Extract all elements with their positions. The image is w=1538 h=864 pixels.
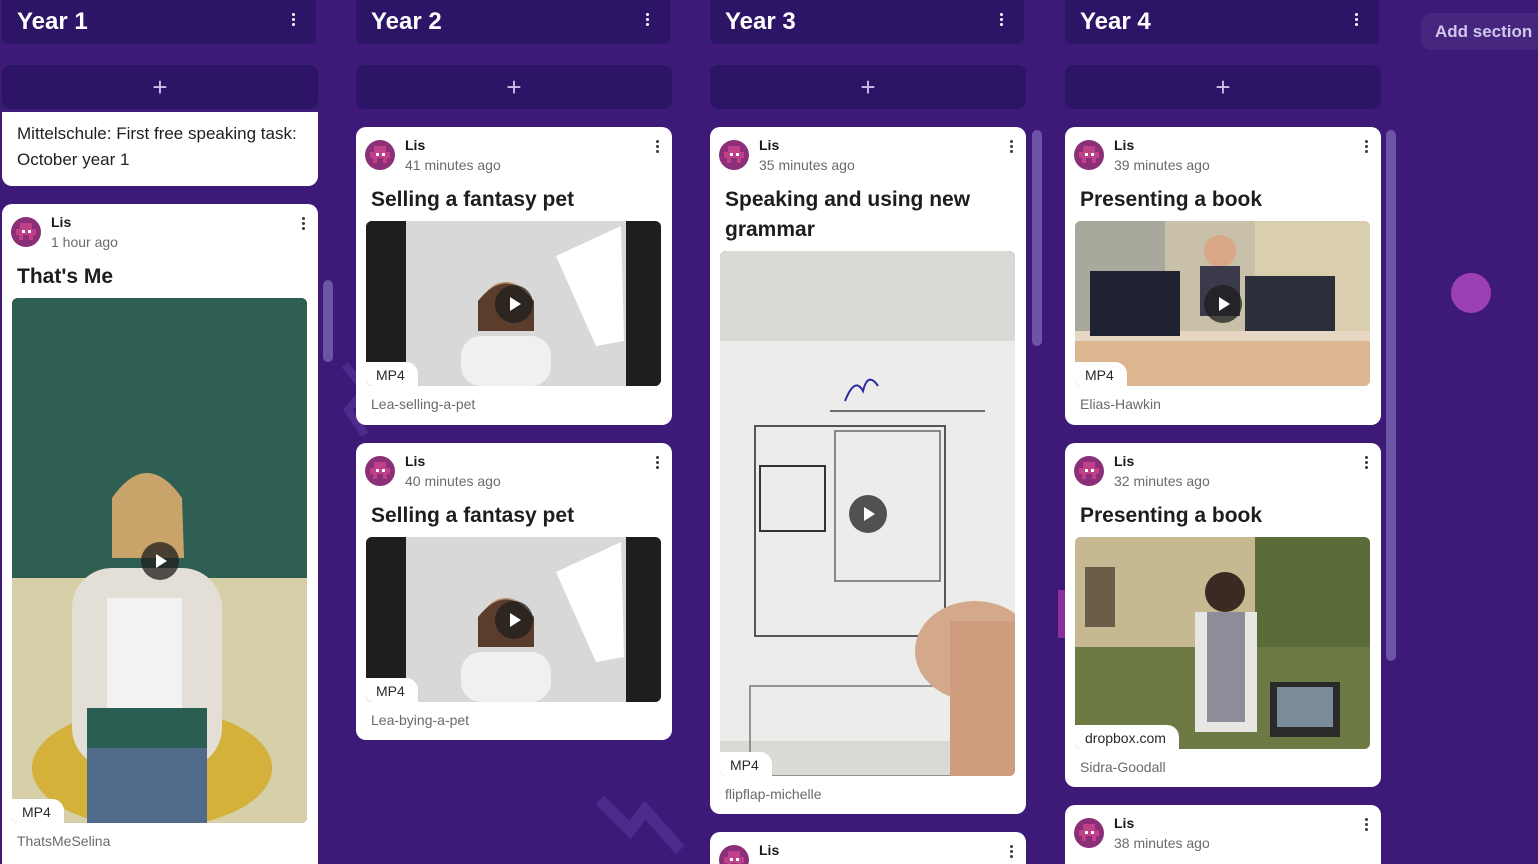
- avatar: [719, 140, 749, 170]
- section-header: Year 4: [1065, 0, 1379, 44]
- post-title: That's Me: [17, 265, 114, 288]
- section-menu-icon[interactable]: [642, 10, 652, 28]
- post-card[interactable]: Mittelschule: First free speaking task: …: [2, 112, 318, 186]
- avatar: [719, 845, 749, 864]
- section-header: Year 1: [2, 0, 316, 44]
- media-type-badge: MP4: [12, 799, 64, 823]
- play-icon[interactable]: [494, 600, 533, 639]
- section-year-3: Year 3 + Lis 35 minutes ago Speaking and…: [710, 0, 1026, 864]
- video-attachment[interactable]: MP4: [366, 537, 661, 702]
- play-icon[interactable]: [140, 541, 179, 580]
- post-title: Speaking and using new grammar: [725, 188, 971, 241]
- post-author: Lis: [1114, 137, 1135, 153]
- media-type-badge: MP4: [366, 678, 418, 702]
- play-icon[interactable]: [1203, 284, 1242, 323]
- post-time: 39 minutes ago: [1114, 157, 1210, 173]
- post-title: Selling a fantasy pet: [371, 188, 575, 211]
- add-post-button[interactable]: +: [710, 65, 1026, 109]
- post-author: Lis: [1114, 815, 1135, 831]
- plus-icon: +: [1215, 71, 1231, 102]
- attachment-caption[interactable]: Elias-Hawkin: [1080, 396, 1161, 412]
- plus-icon: +: [152, 71, 168, 102]
- video-attachment[interactable]: MP4: [1075, 221, 1370, 386]
- post-card[interactable]: Lis 32 minutes ago Presenting a book dro…: [1065, 443, 1381, 787]
- media-type-badge: MP4: [720, 752, 772, 776]
- media-type-badge: MP4: [366, 362, 418, 386]
- section-year-2: Year 2 + Lis 41 minutes ago Selling a fa…: [356, 0, 672, 864]
- post-author: Lis: [1114, 453, 1135, 469]
- post-card[interactable]: Lis 38 minutes ago: [1065, 805, 1381, 864]
- section-title[interactable]: Year 2: [371, 8, 442, 36]
- post-menu-icon[interactable]: [1006, 137, 1016, 155]
- post-time: 40 minutes ago: [405, 473, 501, 489]
- post-menu-icon[interactable]: [1361, 453, 1371, 471]
- post-title: Presenting a book: [1080, 504, 1263, 527]
- decorative-dot: [1451, 273, 1491, 313]
- section-menu-icon[interactable]: [288, 10, 298, 28]
- section-title[interactable]: Year 4: [1080, 8, 1151, 36]
- post-title: Selling a fantasy pet: [371, 504, 575, 527]
- post-time: 1 hour ago: [51, 234, 118, 250]
- section-year-4: Year 4 + Lis 39 minutes ago Presenting a…: [1065, 0, 1381, 864]
- post-title: Presenting a book: [1080, 188, 1263, 211]
- plus-icon: +: [506, 71, 522, 102]
- post-card[interactable]: Lis 40 minutes ago Selling a fantasy pet…: [356, 443, 672, 740]
- avatar: [365, 456, 395, 486]
- avatar: [11, 217, 41, 247]
- post-author: Lis: [405, 137, 426, 153]
- post-menu-icon[interactable]: [652, 453, 662, 471]
- attachment-caption[interactable]: Sidra-Goodall: [1080, 759, 1166, 775]
- post-author: Lis: [51, 214, 72, 230]
- post-time: 38 minutes ago: [1114, 835, 1210, 851]
- section-header: Year 3: [710, 0, 1024, 44]
- video-attachment[interactable]: MP4: [720, 251, 1015, 776]
- post-menu-icon[interactable]: [1006, 842, 1016, 860]
- image-attachment[interactable]: dropbox.com: [1075, 537, 1370, 749]
- play-icon[interactable]: [848, 494, 887, 533]
- post-author: Lis: [759, 842, 780, 858]
- add-section-button[interactable]: Add section: [1421, 13, 1538, 50]
- section-title[interactable]: Year 1: [17, 8, 88, 36]
- add-post-button[interactable]: +: [1065, 65, 1381, 109]
- section-menu-icon[interactable]: [1351, 10, 1361, 28]
- attachment-caption[interactable]: Lea-selling-a-pet: [371, 396, 475, 412]
- scrollbar[interactable]: [1386, 130, 1396, 661]
- avatar: [1074, 818, 1104, 848]
- post-menu-icon[interactable]: [652, 137, 662, 155]
- attachment-caption[interactable]: flipflap-michelle: [725, 786, 821, 802]
- avatar: [1074, 140, 1104, 170]
- post-card[interactable]: Lis 1 hour ago That's Me MP4 ThatsMeSeli…: [2, 204, 318, 864]
- video-attachment[interactable]: MP4: [12, 298, 307, 823]
- avatar: [365, 140, 395, 170]
- post-author: Lis: [759, 137, 780, 153]
- play-icon[interactable]: [494, 284, 533, 323]
- post-text: Mittelschule: First free speaking task: …: [17, 124, 297, 169]
- post-time: 35 minutes ago: [759, 157, 855, 173]
- avatar: [1074, 456, 1104, 486]
- post-time: 41 minutes ago: [405, 157, 501, 173]
- plus-icon: +: [860, 71, 876, 102]
- attachment-caption[interactable]: ThatsMeSelina: [17, 833, 110, 849]
- add-post-button[interactable]: +: [2, 65, 318, 109]
- section-title[interactable]: Year 3: [725, 8, 796, 36]
- post-menu-icon[interactable]: [298, 214, 308, 232]
- scrollbar[interactable]: [323, 280, 333, 362]
- section-year-1: Year 1 + Mittelschule: First free speaki…: [2, 0, 318, 864]
- section-header: Year 2: [356, 0, 670, 44]
- post-author: Lis: [405, 453, 426, 469]
- post-menu-icon[interactable]: [1361, 137, 1371, 155]
- post-card[interactable]: Lis 35 minutes ago Speaking and using ne…: [710, 127, 1026, 814]
- post-card[interactable]: Lis: [710, 832, 1026, 864]
- section-menu-icon[interactable]: [996, 10, 1006, 28]
- post-menu-icon[interactable]: [1361, 815, 1371, 833]
- post-card[interactable]: Lis 39 minutes ago Presenting a book MP4…: [1065, 127, 1381, 425]
- post-time: 32 minutes ago: [1114, 473, 1210, 489]
- media-source-badge: dropbox.com: [1075, 725, 1179, 749]
- post-card[interactable]: Lis 41 minutes ago Selling a fantasy pet…: [356, 127, 672, 425]
- video-attachment[interactable]: MP4: [366, 221, 661, 386]
- attachment-caption[interactable]: Lea-bying-a-pet: [371, 712, 469, 728]
- scrollbar[interactable]: [1032, 130, 1042, 346]
- add-post-button[interactable]: +: [356, 65, 672, 109]
- media-type-badge: MP4: [1075, 362, 1127, 386]
